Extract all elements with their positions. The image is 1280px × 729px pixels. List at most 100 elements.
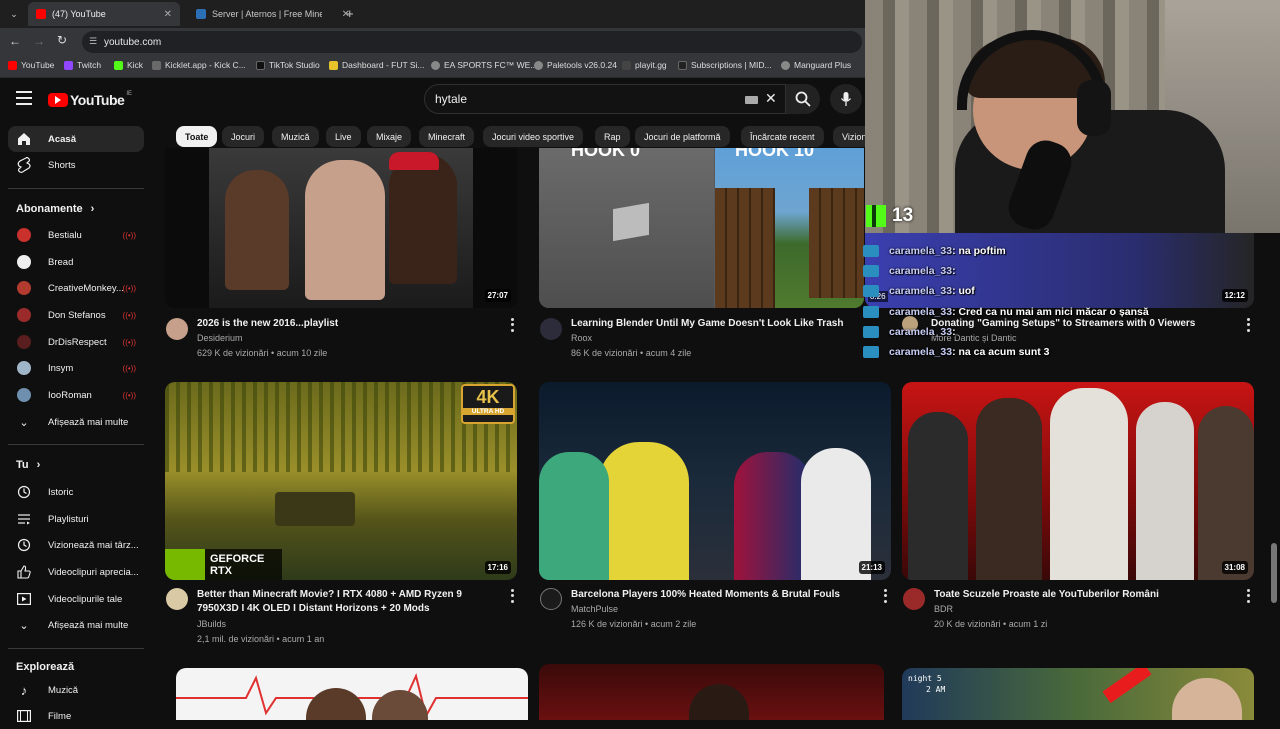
search-button[interactable]: [786, 84, 820, 114]
video-thumbnail[interactable]: 31:08: [902, 382, 1254, 580]
chip-games[interactable]: Jocuri: [222, 126, 265, 147]
more-actions-icon[interactable]: [1242, 317, 1254, 333]
channel-avatar[interactable]: [903, 588, 925, 610]
sidebar-item-subscription[interactable]: Insym ((•)): [8, 355, 144, 381]
sidebar-item-subscription[interactable]: Bread: [8, 249, 144, 275]
channel-avatar[interactable]: [166, 318, 188, 340]
sidebar-item-shorts[interactable]: Shorts: [8, 152, 144, 178]
sidebar-item-movies[interactable]: Filme: [8, 703, 144, 729]
youtube-logo[interactable]: YouTube IE: [48, 91, 132, 108]
site-info-icon[interactable]: ☰: [89, 36, 97, 47]
bookmark-youtube[interactable]: YouTube: [8, 60, 54, 70]
bookmark-kicklet[interactable]: Kicklet.app - Kick C...: [152, 60, 246, 70]
clear-search-icon[interactable]: ✕: [765, 90, 777, 107]
bookmark-midjourney[interactable]: Subscriptions | MID...: [678, 60, 772, 70]
video-thumbnail[interactable]: [539, 664, 884, 720]
address-bar[interactable]: ☰ youtube.com: [82, 31, 862, 53]
video-thumbnail[interactable]: [176, 668, 528, 720]
sidebar-item-liked-videos[interactable]: Videoclipuri aprecia...: [8, 559, 144, 585]
chip-rap[interactable]: Rap: [595, 126, 630, 147]
subscriptions-heading[interactable]: Abonamente ›: [16, 203, 94, 215]
sidebar-item-subscription[interactable]: Bestialu ((•)): [8, 222, 144, 248]
menu-icon[interactable]: [16, 91, 32, 105]
divider: [8, 444, 144, 445]
video-thumbnail[interactable]: 4K ULTRA HD GEFORCE RTX 17:16: [165, 382, 517, 580]
chip-platformers[interactable]: Jocuri de platformă: [635, 126, 730, 147]
chip-mixes[interactable]: Mixaje: [367, 126, 412, 147]
live-icon: ((•)): [122, 390, 136, 400]
bookmark-playit[interactable]: playit.gg: [622, 60, 667, 70]
sidebar-item-subscription[interactable]: DrDisRespect ((•)): [8, 329, 144, 355]
back-icon[interactable]: ←: [9, 34, 21, 48]
chip-music[interactable]: Muzică: [272, 126, 319, 147]
thumbs-up-icon: [16, 564, 32, 580]
chip-recently-uploaded[interactable]: Încărcate recent: [741, 126, 824, 147]
sidebar-item-subscription[interactable]: Don Stefanos ((•)): [8, 302, 144, 328]
chevron-right-icon: ›: [90, 203, 95, 215]
video-title[interactable]: Learning Blender Until My Game Doesn't L…: [571, 317, 861, 331]
bookmark-futsi[interactable]: Dashboard - FUT Si...: [329, 60, 425, 70]
sidebar-item-watch-later[interactable]: Vizionează mai târz...: [8, 532, 144, 558]
sidebar-item-music[interactable]: ♪ Muzică: [8, 677, 144, 703]
tab-youtube[interactable]: (47) YouTube ✕: [28, 2, 180, 26]
chevron-right-icon: ›: [36, 459, 41, 471]
more-actions-icon[interactable]: [879, 588, 891, 604]
page-scrollbar[interactable]: [1271, 543, 1277, 603]
channel-avatar[interactable]: [540, 588, 562, 610]
video-title[interactable]: Toate Scuzele Proaste ale YouTuberilor R…: [934, 588, 1234, 602]
video-title[interactable]: 2026 is the new 2016...playlist: [197, 317, 487, 331]
you-heading[interactable]: Tu ›: [16, 459, 40, 471]
search-input[interactable]: hytale ✕: [424, 84, 786, 114]
tab-aternos[interactable]: Server | Aternos | Free Minecraft ✕: [188, 2, 358, 26]
video-thumbnail[interactable]: HOOK 0 HOOK 10: [539, 148, 864, 308]
channel-name[interactable]: BDR: [934, 602, 953, 617]
new-tab-icon[interactable]: +: [346, 6, 354, 21]
channel-name[interactable]: Desiderium: [197, 331, 243, 346]
video-thumbnail[interactable]: 21:13: [539, 382, 891, 580]
close-tab-icon[interactable]: ✕: [164, 9, 172, 20]
chip-all[interactable]: Toate: [176, 126, 218, 147]
more-actions-icon[interactable]: [506, 317, 518, 333]
video-stats: 629 K de vizionări • acum 10 zile: [197, 348, 328, 358]
keyboard-icon[interactable]: [745, 96, 758, 104]
channel-name[interactable]: Roox: [571, 331, 592, 346]
channel-name[interactable]: MatchPulse: [571, 602, 618, 617]
sidebar-item-home[interactable]: Acasă: [8, 126, 144, 152]
video-title[interactable]: Barcelona Players 100% Heated Moments & …: [571, 588, 871, 602]
bookmark-tiktok[interactable]: TikTok Studio: [256, 60, 320, 70]
reload-icon[interactable]: ↻: [57, 33, 67, 47]
video-thumbnail[interactable]: night 5 2 AM: [902, 668, 1254, 720]
video-title[interactable]: Better than Minecraft Movie? I RTX 4080 …: [197, 588, 487, 616]
forward-icon[interactable]: →: [33, 34, 45, 48]
sidebar-item-playlists[interactable]: Playlisturi: [8, 506, 144, 532]
chat-badge-icon: [863, 245, 879, 257]
more-actions-icon[interactable]: [1242, 588, 1254, 604]
bookmark-kick[interactable]: Kick: [114, 60, 143, 70]
chip-live[interactable]: Live: [326, 126, 361, 147]
chip-minecraft[interactable]: Minecraft: [419, 126, 475, 147]
explore-heading: Explorează: [16, 661, 75, 673]
sidebar-item-your-videos[interactable]: Videoclipurile tale: [8, 586, 144, 612]
channel-avatar[interactable]: [166, 588, 188, 610]
playit-bookmark-icon: [622, 60, 631, 70]
channel-avatar[interactable]: [540, 318, 562, 340]
bookmark-twitch[interactable]: Twitch: [64, 60, 101, 70]
channel-name[interactable]: JBuilds: [197, 617, 226, 632]
chip-sports-games[interactable]: Jocuri video sportive: [483, 126, 584, 147]
sidebar-item-history[interactable]: Istoric: [8, 479, 144, 505]
voice-search-button[interactable]: [830, 84, 862, 114]
video-thumbnail[interactable]: 27:07: [165, 148, 517, 308]
show-more-subscriptions[interactable]: ⌄ Afișează mai multe: [8, 409, 144, 435]
sidebar-item-label: Acasă: [48, 133, 76, 145]
tab-list-chevron-icon[interactable]: ⌄: [6, 6, 22, 22]
video-title[interactable]: Donating "Gaming Setups" to Streamers wi…: [931, 317, 1231, 331]
bookmark-easports[interactable]: EA SPORTS FC™ WE...: [431, 60, 537, 70]
bookmark-paletools[interactable]: Paletools v26.0.24: [534, 60, 617, 70]
bookmark-manguard[interactable]: Manguard Plus: [781, 60, 851, 70]
more-actions-icon[interactable]: [506, 588, 518, 604]
sidebar-item-subscription[interactable]: IooRoman ((•)): [8, 382, 144, 408]
duration-badge: 31:08: [1221, 561, 1248, 574]
show-more-you[interactable]: ⌄ Afișează mai multe: [8, 612, 144, 638]
sidebar-item-subscription[interactable]: CreativeMonkey... ((•)): [8, 275, 144, 301]
chip-watched[interactable]: Vizion: [833, 126, 865, 147]
